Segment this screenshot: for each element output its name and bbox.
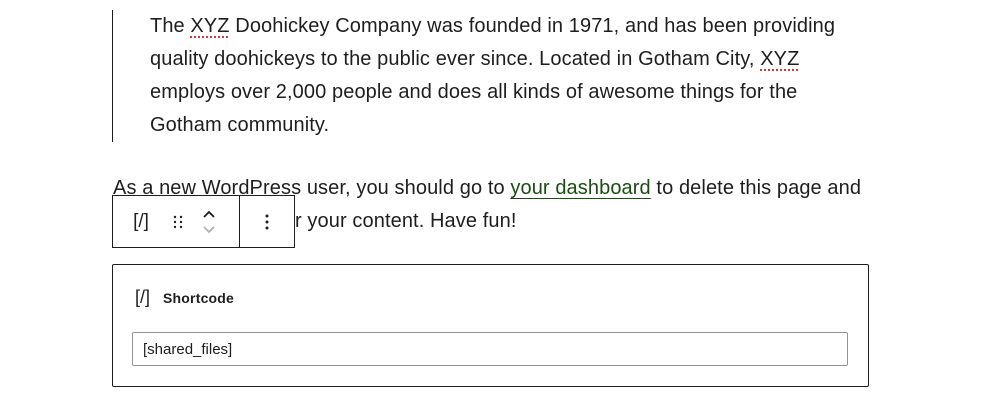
block-type-button[interactable]: [/] <box>113 211 169 233</box>
drag-handle-icon[interactable] <box>169 207 187 237</box>
quote-text-part2: Doohickey Company was founded in 1971, a… <box>150 15 836 70</box>
quote-text-part3: employs over 2,000 people and does all k… <box>150 81 798 136</box>
shortcode-block-label: Shortcode <box>163 289 235 306</box>
quote-text-part1: The <box>150 15 191 37</box>
quote-text[interactable]: The XYZ Doohickey Company was founded in… <box>150 10 870 142</box>
chevron-up-icon[interactable] <box>202 209 216 219</box>
toolbar-block-controls: [/] <box>113 196 240 247</box>
chevron-down-icon[interactable] <box>202 225 216 235</box>
quote-block[interactable]: The XYZ Doohickey Company was founded in… <box>112 10 870 142</box>
drag-handle-svg <box>173 215 183 228</box>
shortcode-block[interactable]: [/] Shortcode <box>112 264 869 387</box>
misspelled-word: XYZ <box>760 48 800 70</box>
block-toolbar: [/] <box>112 195 295 248</box>
vertical-ellipsis-icon <box>265 214 269 229</box>
shortcode-icon: [/] <box>133 210 149 232</box>
shortcode-block-header: [/] Shortcode <box>135 287 234 308</box>
misspelled-word: XYZ <box>190 15 230 37</box>
more-options-button[interactable] <box>240 196 294 247</box>
shortcode-input[interactable] <box>132 332 848 366</box>
block-movers <box>187 202 231 242</box>
dashboard-link[interactable]: your dashboard <box>510 177 650 199</box>
shortcode-icon: [/] <box>135 287 151 307</box>
